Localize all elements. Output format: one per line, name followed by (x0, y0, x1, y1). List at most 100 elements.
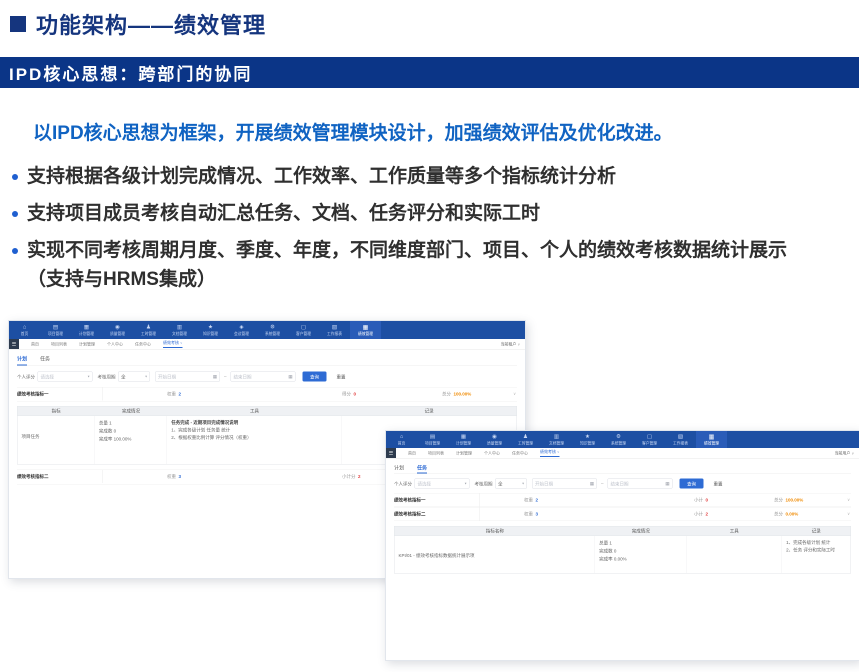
nav-item-quality[interactable]: ◉质量管理 (479, 431, 510, 448)
hamburger-icon[interactable]: ☰ (386, 448, 396, 458)
nav-item-customer[interactable]: ▢客户管理 (634, 431, 665, 448)
stat-label: 得分 (342, 392, 351, 397)
topbar-tab[interactable]: 个人中心 (484, 450, 500, 456)
nav-item-knowledge[interactable]: ★知识管理 (195, 321, 226, 339)
star-icon: ★ (585, 433, 590, 439)
topbar-tab[interactable]: 首页 (408, 450, 416, 456)
quality-icon: ◉ (492, 433, 497, 439)
bullet-item: 支持项目成员考核自动汇总任务、文档、任务评分和实际工时 (10, 199, 810, 228)
topbar-tab[interactable]: 任务中心 (135, 341, 151, 347)
nav-item-home[interactable]: ⌂首页 (386, 431, 417, 448)
nav-item-meeting[interactable]: ◈会议管理 (226, 321, 257, 339)
stat-line: 完成数 0 (99, 427, 163, 435)
topbar-tab[interactable]: 个人中心 (107, 341, 123, 347)
nav-item-performance[interactable]: ▦绩效管理 (350, 321, 381, 339)
filter-label: 考核周期 (475, 480, 493, 487)
tab-plan[interactable]: 计划 (17, 355, 27, 366)
topbar-tab-active[interactable]: 绩效考核∨ (163, 340, 183, 348)
meeting-icon: ◈ (239, 324, 243, 330)
stat-value: 0 (354, 392, 357, 397)
stat-value: 2 (179, 392, 182, 397)
start-date-input[interactable]: 开始日期▦ (155, 372, 220, 382)
nav-item-quality[interactable]: ◉质量管理 (102, 321, 133, 339)
bullet-dot-icon (12, 211, 18, 217)
tab-task[interactable]: 任务 (40, 355, 50, 366)
indicator-name: 绩效考核指标二 (394, 508, 480, 521)
plan-icon: ▦ (461, 433, 466, 439)
nav-item-home[interactable]: ⌂首页 (9, 321, 40, 339)
stat-label: 总分 (442, 392, 451, 397)
user-menu[interactable]: 当前租户∨ (500, 341, 520, 347)
indicator-table: 指标名称 完成情况 工具 记录 KPI/01 - 绩效考核指标数据统计展示项 总… (394, 526, 851, 574)
expand-chevron-icon[interactable]: ∨ (847, 508, 850, 521)
filter-select[interactable]: 请选择▾ (415, 479, 470, 489)
end-date-input[interactable]: 结束日期▦ (608, 479, 673, 489)
filter-select[interactable]: 请选择 ▾ (38, 372, 93, 382)
table-header: 指标名称 完成情况 工具 记录 (395, 527, 851, 537)
nav-item-timesheet[interactable]: ♟工时管理 (133, 321, 164, 339)
tab-plan[interactable]: 计划 (394, 464, 404, 474)
nav-item-document[interactable]: ▥文档管理 (541, 431, 572, 448)
period-select[interactable]: 全▾ (118, 372, 150, 382)
title-square-icon (10, 16, 26, 32)
nav-item-customer[interactable]: ▢客户管理 (288, 321, 319, 339)
hamburger-icon[interactable]: ☰ (9, 339, 19, 349)
filter-label: 个人评分 (394, 480, 412, 487)
expand-chevron-icon[interactable]: ∨ (847, 494, 850, 507)
user-menu[interactable]: 当前用户∨ (834, 450, 854, 456)
stat-label: 权重 (524, 498, 533, 503)
user-name: 当前用户 (834, 451, 850, 456)
nav-item-report[interactable]: ▧工作报表 (319, 321, 350, 339)
period-select[interactable]: 全▾ (495, 479, 527, 489)
search-button[interactable]: 查询 (303, 372, 327, 382)
expand-chevron-icon[interactable]: ∨ (513, 388, 516, 401)
nav-item-plan[interactable]: ▦计划管理 (448, 431, 479, 448)
topbar-tab[interactable]: 项目列表 (51, 341, 67, 347)
nav-item-timesheet[interactable]: ♟工时管理 (510, 431, 541, 448)
user-name: 当前租户 (500, 342, 516, 347)
nav-item-project[interactable]: ▤项目管理 (40, 321, 71, 339)
reset-button[interactable]: 重置 (334, 372, 349, 382)
stat-label: 小计分 (342, 474, 356, 479)
stat-label: 权重 (167, 474, 176, 479)
indicator-name: 绩效考核指标一 (394, 494, 480, 507)
topbar-tab-active[interactable]: 绩效考核∨ (540, 449, 560, 457)
filter-label: 个人评分 (17, 373, 35, 380)
stat-line: 完成数 0 (599, 547, 682, 555)
score-stat: 小计2 (694, 508, 708, 521)
nav-item-system[interactable]: ⚙系统管理 (257, 321, 288, 339)
note-line: 1、完成各级计划 任务量 统计 (171, 427, 337, 435)
note-line: 1、完成各级计划 统计 (786, 539, 846, 547)
weight-stat: 权重3 (524, 508, 538, 521)
search-button[interactable]: 查询 (680, 479, 704, 489)
end-date-input[interactable]: 结束日期▦ (231, 372, 296, 382)
topbar-tab[interactable]: 计划管理 (79, 341, 95, 347)
start-date-input[interactable]: 开始日期▦ (532, 479, 597, 489)
table-row: KPI/01 - 绩效考核指标数据统计展示项 总量 1 完成数 0 完成率 0.… (395, 536, 851, 573)
nav-item-knowledge[interactable]: ★知识管理 (572, 431, 603, 448)
nav-item-label: 客户管理 (296, 331, 311, 337)
nav-item-document[interactable]: ▥文档管理 (164, 321, 195, 339)
select-placeholder: 请选择 (41, 373, 55, 380)
caret-down-icon: ▾ (88, 375, 90, 379)
column-header: 完成情况 (95, 407, 167, 416)
summary-row: 绩效考核指标一 权重2 得分0 总分100.00% ∨ (17, 387, 517, 402)
score-stat: 小计0 (694, 494, 708, 507)
select-value: 全 (121, 373, 126, 380)
nav-item-project[interactable]: ▤项目管理 (417, 431, 448, 448)
tab-task[interactable]: 任务 (417, 464, 427, 474)
reset-button[interactable]: 重置 (711, 479, 726, 489)
nav-item-system[interactable]: ⚙系统管理 (603, 431, 634, 448)
nav-item-label: 知识管理 (203, 331, 218, 337)
notes-cell: 任务完成 - 近期项目完成情况说明 1、完成各级计划 任务量 统计 2、根据权重… (167, 416, 342, 464)
nav-item-label: 首页 (398, 440, 406, 446)
table-header: 指标 完成情况 工具 记录 (18, 407, 517, 417)
stat-label: 小计 (694, 512, 703, 517)
nav-item-report[interactable]: ▧工作报表 (665, 431, 696, 448)
nav-item-plan[interactable]: ▦计划管理 (71, 321, 102, 339)
topbar-tab[interactable]: 任务中心 (512, 450, 528, 456)
nav-item-performance[interactable]: ▦绩效管理 (696, 431, 727, 448)
topbar-tab[interactable]: 项目列表 (428, 450, 444, 456)
topbar-tab[interactable]: 计划管理 (456, 450, 472, 456)
topbar-tab[interactable]: 首页 (31, 341, 39, 347)
